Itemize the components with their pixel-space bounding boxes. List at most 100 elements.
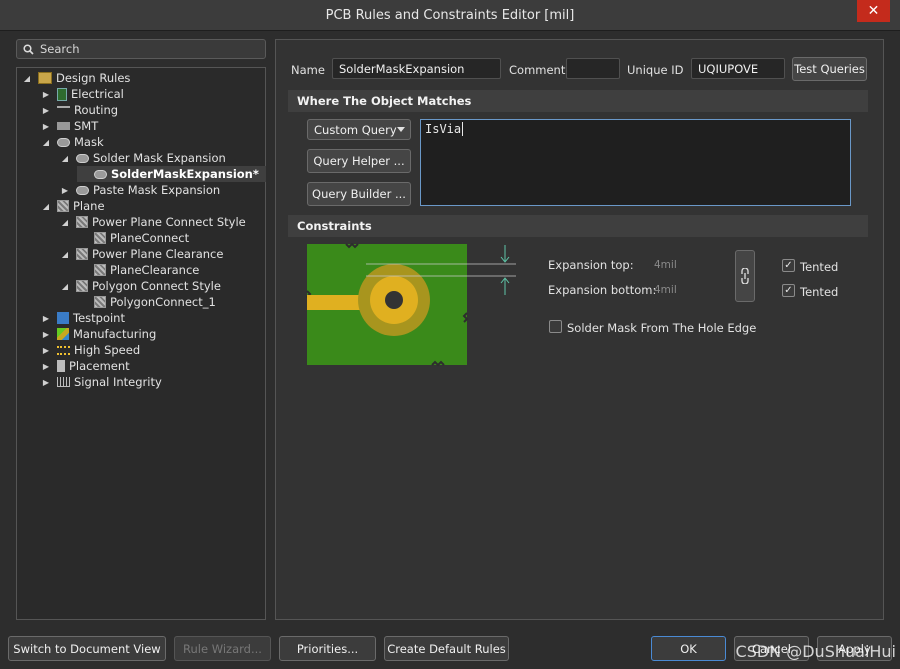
tree-item-label: Signal Integrity <box>74 375 162 389</box>
expanded-arrow-icon[interactable]: ◢ <box>22 73 32 83</box>
comment-label: Comment <box>509 63 566 77</box>
tree-item-soldermaskexpansion-rule[interactable]: SolderMaskExpansion* <box>77 166 266 182</box>
expanded-arrow-icon[interactable]: ◢ <box>60 217 70 227</box>
collapsed-arrow-icon[interactable]: ▶ <box>41 89 51 99</box>
link-toggle-button[interactable] <box>735 250 755 302</box>
rule-wizard-button[interactable]: Rule Wizard... <box>174 636 271 661</box>
testpoint-icon <box>57 312 69 324</box>
plane-rule-icon <box>94 264 106 276</box>
plane-rule-icon <box>76 216 88 228</box>
comment-field[interactable] <box>566 58 620 79</box>
tree-item-paste-mask-expansion[interactable]: ▶ Paste Mask Expansion <box>60 182 220 198</box>
tree-item-label: Plane <box>73 199 105 213</box>
tree-item-manufacturing[interactable]: ▶ Manufacturing <box>41 326 156 342</box>
collapsed-arrow-icon[interactable]: ▶ <box>41 313 51 323</box>
tree-item-planeconnect[interactable]: PlaneConnect <box>94 230 189 246</box>
tree-item-plane[interactable]: ◢ Plane <box>41 198 105 214</box>
plane-icon <box>57 200 69 212</box>
switch-to-document-view-button[interactable]: Switch to Document View <box>8 636 166 661</box>
arrow-down-icon <box>500 245 510 263</box>
query-helper-button[interactable]: Query Helper ... <box>307 149 411 173</box>
tree-item-label: Routing <box>74 103 119 117</box>
name-label: Name <box>291 63 325 77</box>
close-button[interactable]: ✕ <box>857 0 890 22</box>
test-queries-button[interactable]: Test Queries <box>792 57 867 81</box>
collapsed-arrow-icon[interactable]: ▶ <box>41 345 51 355</box>
window-title: PCB Rules and Constraints Editor [mil] <box>325 8 575 23</box>
unique-id-label: Unique ID <box>627 63 684 77</box>
tree-item-solder-mask-expansion[interactable]: ◢ Solder Mask Expansion <box>60 150 226 166</box>
plane-rule-icon <box>94 296 106 308</box>
expanded-arrow-icon[interactable]: ◢ <box>60 281 70 291</box>
mask-rule-icon <box>94 169 107 179</box>
unique-id-field[interactable]: UQIUPOVE <box>691 58 785 79</box>
expansion-top-value[interactable]: 4mil <box>654 259 677 271</box>
tree-item-polygonconnect-1[interactable]: PolygonConnect_1 <box>94 294 216 310</box>
tree-item-label: Electrical <box>71 87 124 101</box>
manufacturing-icon <box>57 328 69 340</box>
tree-item-signal-integrity[interactable]: ▶ Signal Integrity <box>41 374 162 390</box>
smt-icon <box>57 122 70 130</box>
tree-item-mask[interactable]: ◢ Mask <box>41 134 104 150</box>
tree-item-testpoint[interactable]: ▶ Testpoint <box>41 310 125 326</box>
tree-item-label: Mask <box>74 135 104 149</box>
collapsed-arrow-icon[interactable]: ▶ <box>60 185 70 195</box>
arrow-up-icon <box>500 277 510 295</box>
tented-bottom-checkbox[interactable]: ✓ <box>782 284 795 297</box>
tree-item-label: Solder Mask Expansion <box>93 151 226 165</box>
rules-tree[interactable]: ◢ Design Rules ▶ Electrical ▶ Routing ▶ … <box>16 67 266 620</box>
expanded-arrow-icon[interactable]: ◢ <box>60 249 70 259</box>
mask-rule-icon <box>76 185 89 195</box>
priorities-button[interactable]: Priorities... <box>279 636 376 661</box>
collapsed-arrow-icon[interactable]: ▶ <box>41 329 51 339</box>
tree-item-design-rules[interactable]: ◢ Design Rules <box>22 70 130 86</box>
search-icon <box>23 43 34 55</box>
tree-item-electrical[interactable]: ▶ Electrical <box>41 86 124 102</box>
check-icon: ✓ <box>784 285 793 296</box>
text-cursor <box>462 122 464 136</box>
watermark: CSDN @DuShuaiHui <box>735 642 896 661</box>
expanded-arrow-icon[interactable]: ◢ <box>41 137 51 147</box>
tree-item-label: Power Plane Clearance <box>92 247 224 261</box>
where-object-matches-header: Where The Object Matches <box>288 90 868 112</box>
query-type-value: Custom Query <box>314 123 397 137</box>
collapsed-arrow-icon[interactable]: ▶ <box>41 361 51 371</box>
tree-item-placement[interactable]: ▶ Placement <box>41 358 130 374</box>
collapsed-arrow-icon[interactable]: ▶ <box>41 377 51 387</box>
ok-button[interactable]: OK <box>651 636 726 661</box>
tented-top-label: Tented <box>800 260 839 274</box>
electrical-icon <box>57 87 67 101</box>
collapsed-arrow-icon[interactable]: ▶ <box>41 121 51 131</box>
tree-item-planeclearance[interactable]: PlaneClearance <box>94 262 199 278</box>
expansion-bottom-value[interactable]: 4mil <box>654 284 677 296</box>
tree-item-high-speed[interactable]: ▶ High Speed <box>41 342 140 358</box>
tree-item-power-plane-connect-style[interactable]: ◢ Power Plane Connect Style <box>60 214 246 230</box>
link-icon <box>741 268 749 284</box>
collapsed-arrow-icon[interactable]: ▶ <box>41 105 51 115</box>
tree-item-label: Design Rules <box>56 71 131 85</box>
query-type-dropdown[interactable]: Custom Query <box>307 119 411 140</box>
tree-item-label: PlaneClearance <box>110 263 200 277</box>
name-field[interactable]: SolderMaskExpansion <box>332 58 501 79</box>
search-box[interactable] <box>16 39 266 59</box>
tree-item-routing[interactable]: ▶ Routing <box>41 102 118 118</box>
tree-item-polygon-connect-style[interactable]: ◢ Polygon Connect Style <box>60 278 221 294</box>
mask-icon <box>57 137 70 147</box>
tree-item-smt[interactable]: ▶ SMT <box>41 118 98 134</box>
search-input[interactable] <box>40 42 240 56</box>
query-editor[interactable]: IsVia <box>420 119 851 206</box>
signal-integrity-icon <box>57 377 70 387</box>
tree-item-label: Testpoint <box>73 311 125 325</box>
hole-edge-checkbox[interactable] <box>549 320 562 333</box>
plane-rule-icon <box>94 232 106 244</box>
tree-item-power-plane-clearance[interactable]: ◢ Power Plane Clearance <box>60 246 224 262</box>
tented-top-checkbox[interactable]: ✓ <box>782 259 795 272</box>
tree-item-label: High Speed <box>74 343 141 357</box>
expanded-arrow-icon[interactable]: ◢ <box>41 201 51 211</box>
create-default-rules-button[interactable]: Create Default Rules <box>384 636 509 661</box>
expanded-arrow-icon[interactable]: ◢ <box>60 153 70 163</box>
tree-item-label: SolderMaskExpansion* <box>111 167 259 181</box>
plane-rule-icon <box>76 248 88 260</box>
query-builder-button[interactable]: Query Builder ... <box>307 182 411 206</box>
expansion-top-label: Expansion top: <box>548 258 634 272</box>
